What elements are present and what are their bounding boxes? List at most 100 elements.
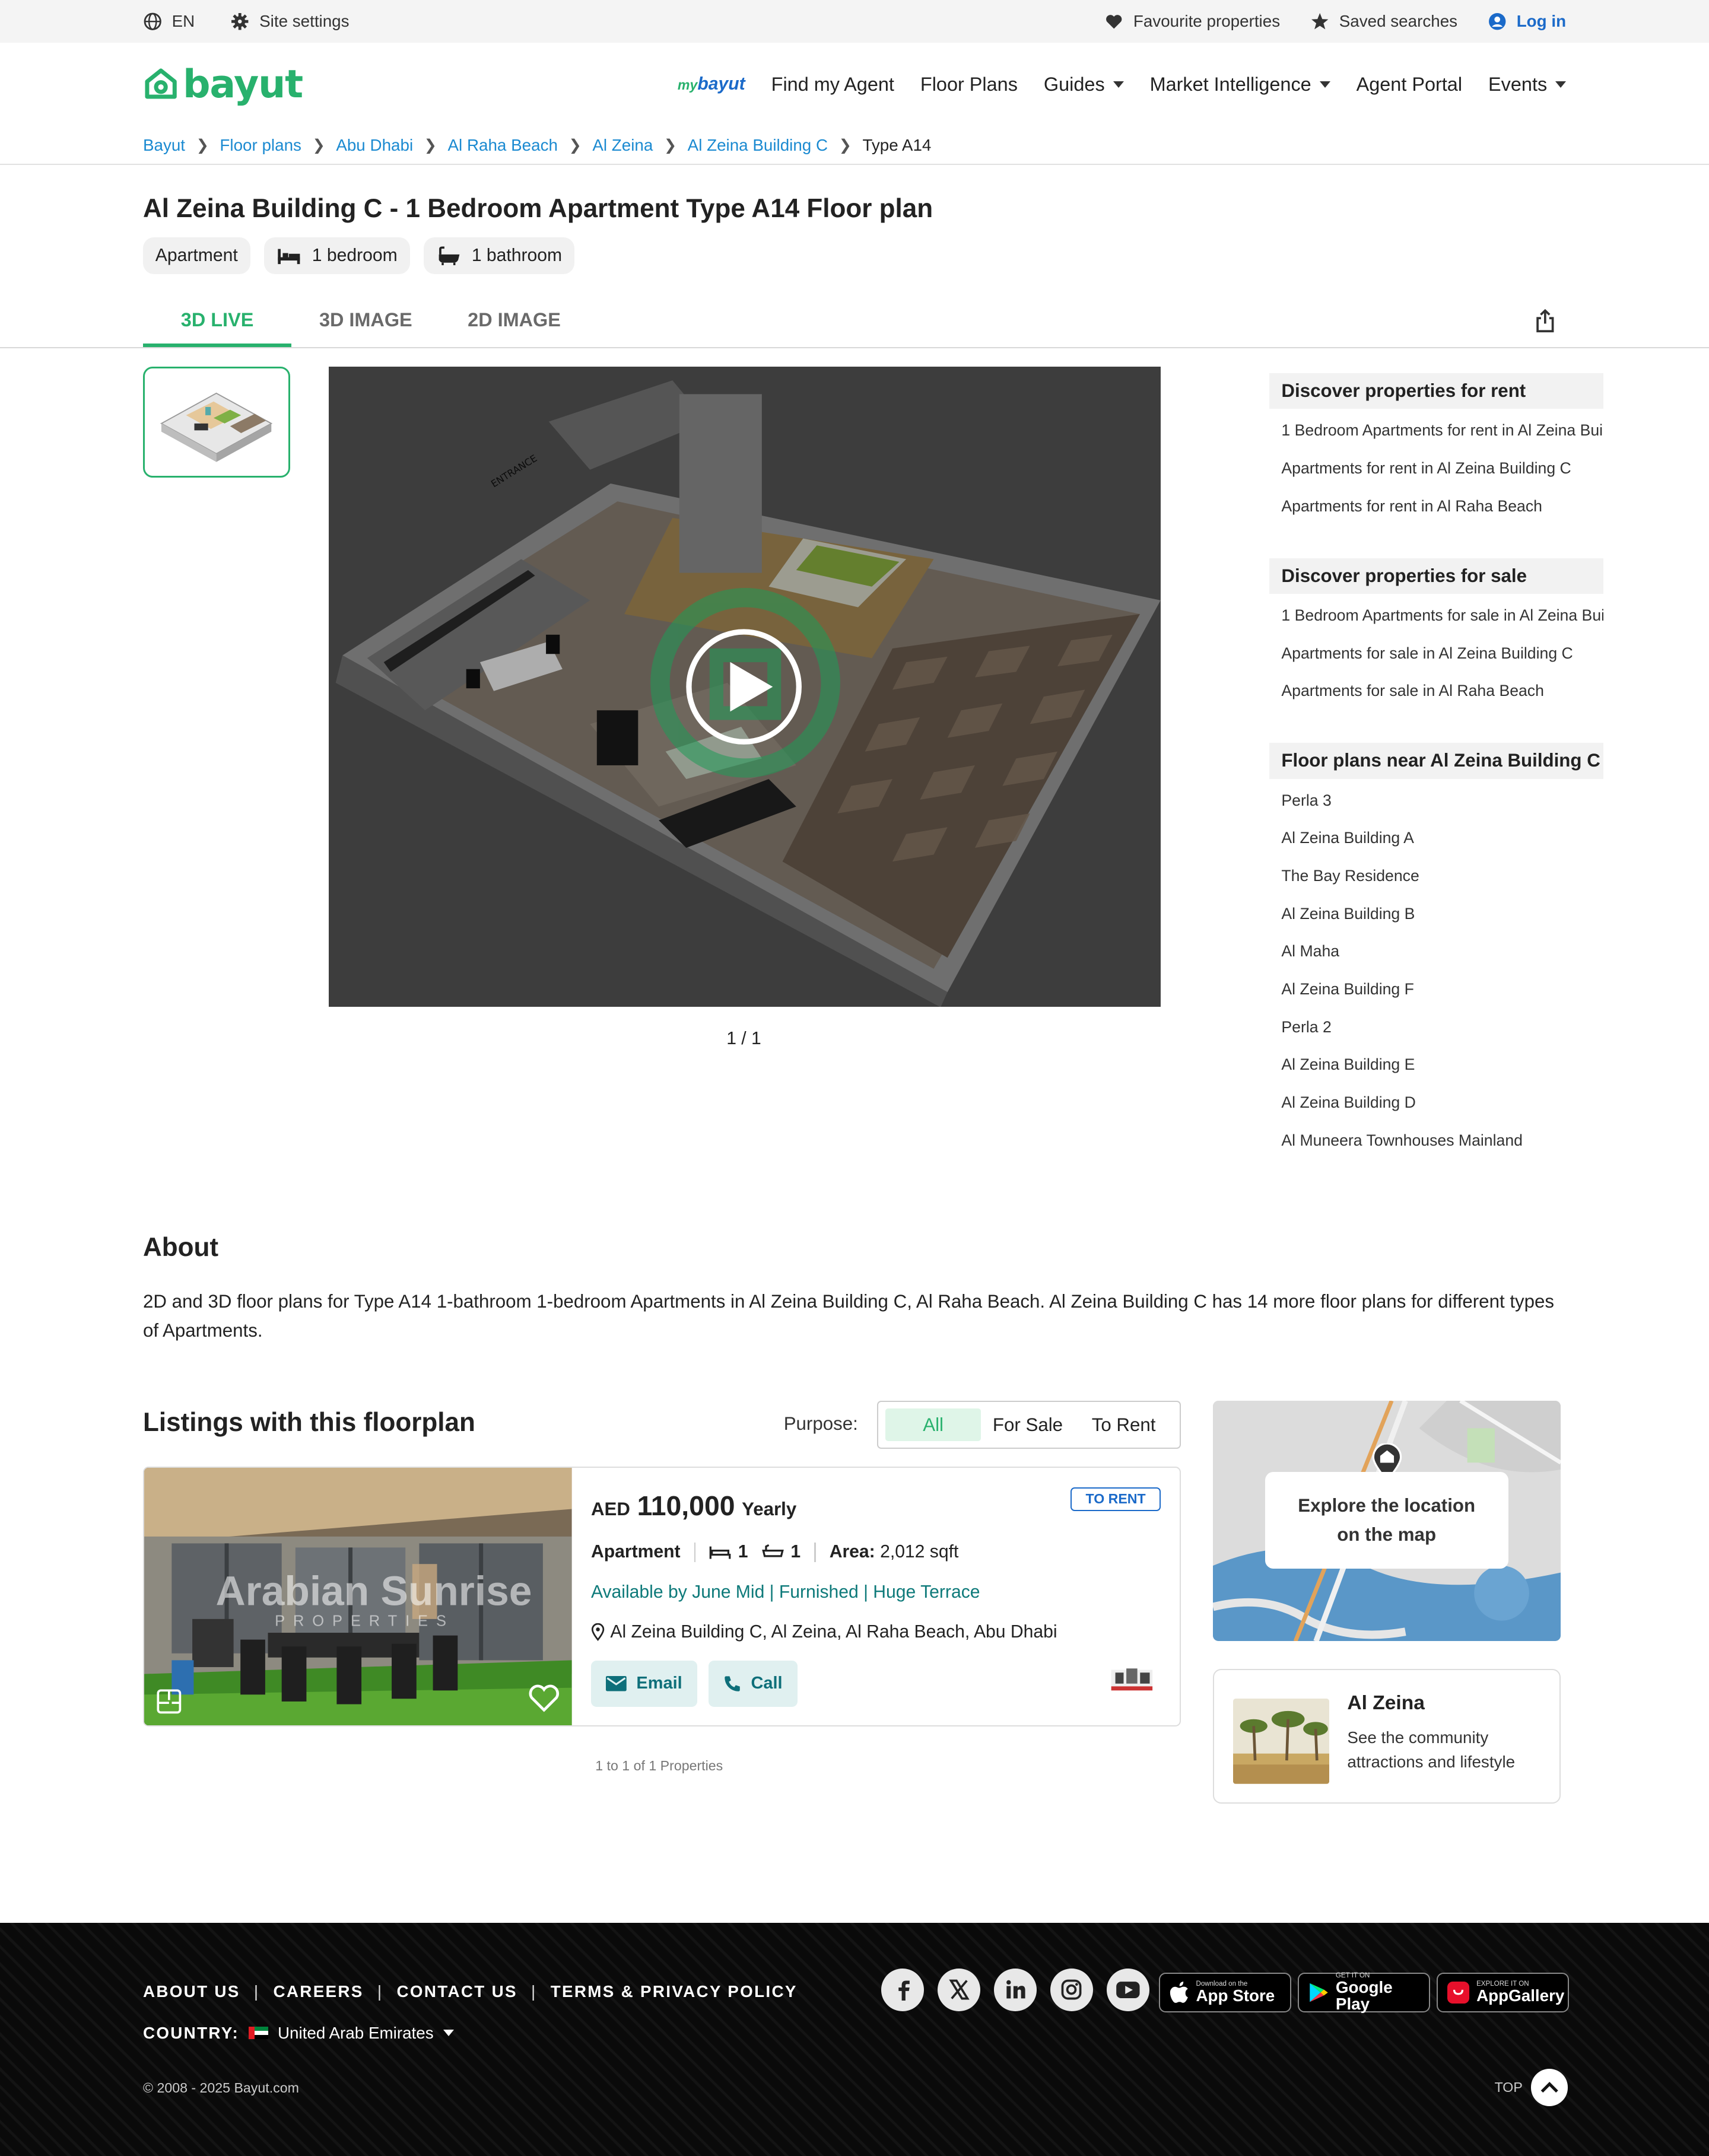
footer-careers[interactable]: CAREERS bbox=[274, 1982, 364, 2001]
agency-logo[interactable] bbox=[1108, 1663, 1155, 1693]
sidebar-nearby-link[interactable]: Al Zeina Building F bbox=[1269, 971, 1603, 1009]
nav-market-intelligence-label: Market Intelligence bbox=[1149, 73, 1311, 95]
pagination-text: 1 to 1 of 1 Properties bbox=[595, 1758, 723, 1774]
x-twitter-icon[interactable] bbox=[938, 1968, 980, 2011]
chevron-down-icon bbox=[1113, 81, 1124, 88]
saved-searches-link[interactable]: Saved searches bbox=[1310, 12, 1457, 31]
property-type-pill: Apartment bbox=[142, 237, 250, 275]
nav-guides[interactable]: Guides bbox=[1044, 74, 1124, 96]
nav-find-agent[interactable]: Find my Agent bbox=[771, 74, 894, 96]
favourite-properties-link[interactable]: Favourite properties bbox=[1104, 12, 1280, 31]
footer-contact-us[interactable]: CONTACT US bbox=[397, 1982, 517, 2001]
area-value: 2,012 sqft bbox=[880, 1542, 959, 1562]
purpose-for-sale[interactable]: For Sale bbox=[981, 1408, 1074, 1442]
facebook-icon[interactable] bbox=[881, 1968, 924, 2011]
purpose-to-rent[interactable]: To Rent bbox=[1074, 1408, 1173, 1442]
linkedin-icon[interactable] bbox=[994, 1968, 1037, 2011]
email-button[interactable]: Email bbox=[590, 1660, 698, 1707]
community-name: Al Zeina bbox=[1347, 1691, 1425, 1714]
play-button[interactable] bbox=[685, 628, 803, 746]
favourite-heart-icon[interactable] bbox=[528, 1683, 561, 1713]
breadcrumb-floor-plans[interactable]: Floor plans bbox=[220, 136, 301, 155]
breadcrumb-al-raha-beach[interactable]: Al Raha Beach bbox=[448, 136, 558, 155]
sidebar-rent-link[interactable]: Apartments for rent in Al Raha Beach bbox=[1269, 487, 1603, 525]
nav-floor-plans[interactable]: Floor Plans bbox=[920, 74, 1018, 96]
breadcrumb-al-zeina[interactable]: Al Zeina bbox=[592, 136, 653, 155]
bayut-logo[interactable]: bayut bbox=[143, 62, 303, 107]
app-store-badge[interactable]: Download on the App Store bbox=[1159, 1972, 1291, 2013]
nav-agent-portal[interactable]: Agent Portal bbox=[1357, 74, 1462, 96]
location-text: Al Zeina Building C, Al Zeina, Al Raha B… bbox=[610, 1621, 1057, 1642]
property-pills: Apartment 1 bedroom 1 bathroom bbox=[142, 237, 1709, 275]
sidebar-nearby-link[interactable]: Al Maha bbox=[1269, 933, 1603, 971]
share-icon[interactable] bbox=[1533, 309, 1558, 333]
listing-card[interactable]: Arabian Sunrise PROPERTIES TO RENT AED 1… bbox=[142, 1467, 1181, 1727]
listing-tagline[interactable]: Available by June Mid | Furnished | Huge… bbox=[591, 1582, 980, 1602]
nav-events[interactable]: Events bbox=[1488, 74, 1567, 96]
breadcrumb-abu-dhabi[interactable]: Abu Dhabi bbox=[336, 136, 413, 155]
sidebar-rent-link[interactable]: Apartments for rent in Al Zeina Building… bbox=[1269, 450, 1603, 488]
sidebar-sale-link[interactable]: Apartments for sale in Al Raha Beach bbox=[1269, 672, 1603, 710]
community-image bbox=[1233, 1699, 1330, 1785]
floorplan-3d-viewer[interactable]: ENTRANCE bbox=[328, 366, 1161, 1007]
breadcrumb-al-zeina-building-c[interactable]: Al Zeina Building C bbox=[688, 136, 828, 155]
sidebar-nearby-link[interactable]: Al Zeina Building D bbox=[1269, 1084, 1603, 1122]
login-label: Log in bbox=[1516, 11, 1567, 30]
sidebar-sale-link[interactable]: Apartments for sale in Al Zeina Building… bbox=[1269, 634, 1603, 672]
listing-beds: 1 bbox=[709, 1542, 748, 1562]
map-explore-label: Explore the location on the map bbox=[1298, 1494, 1476, 1545]
floorplan-icon[interactable] bbox=[157, 1689, 182, 1714]
nav-mybayut-label: bayut bbox=[697, 74, 745, 94]
globe-icon bbox=[144, 12, 161, 30]
google-play-badge[interactable]: GET IT ON Google Play bbox=[1298, 1972, 1430, 2013]
footer-about-us[interactable]: ABOUT US bbox=[143, 1982, 240, 2001]
footer-terms[interactable]: TERMS & PRIVACY POLICY bbox=[551, 1982, 798, 2001]
nav-market-intelligence[interactable]: Market Intelligence bbox=[1150, 74, 1330, 96]
sidebar-nearby-link[interactable]: Al Zeina Building A bbox=[1269, 819, 1603, 857]
call-button[interactable]: Call bbox=[708, 1660, 798, 1707]
language-selector[interactable]: EN bbox=[143, 12, 195, 31]
listing-price: AED 110,000 Yearly bbox=[591, 1490, 796, 1522]
site-settings-button[interactable]: Site settings bbox=[230, 11, 350, 31]
chevron-up-icon bbox=[1530, 2069, 1568, 2106]
chevron-right-icon: ❯ bbox=[424, 136, 437, 154]
community-card[interactable]: Al Zeina See the community attractions a… bbox=[1212, 1668, 1561, 1804]
listing-type: Apartment bbox=[590, 1542, 681, 1562]
floorplan-thumbnail[interactable] bbox=[142, 366, 290, 478]
tab-2d-image[interactable]: 2D IMAGE bbox=[440, 292, 588, 348]
sidebar: Discover properties for rent 1 Bedroom A… bbox=[1269, 373, 1603, 1193]
chevron-right-icon: ❯ bbox=[568, 136, 582, 154]
breadcrumb-bayut[interactable]: Bayut bbox=[143, 136, 185, 155]
sidebar-nearby-link[interactable]: The Bay Residence bbox=[1269, 857, 1603, 895]
breadcrumb: Bayut ❯ Floor plans ❯ Abu Dhabi ❯ Al Raha B… bbox=[0, 126, 1709, 166]
site-settings-label: Site settings bbox=[259, 11, 350, 30]
sidebar-nearby-heading: Floor plans near Al Zeina Building C bbox=[1269, 743, 1603, 779]
sidebar-nearby-link[interactable]: Al Muneera Townhouses Mainland bbox=[1269, 1122, 1603, 1160]
footer: ABOUT US | CAREERS | CONTACT US | TERMS & P… bbox=[0, 1923, 1709, 2156]
sidebar-nearby-block: Floor plans near Al Zeina Building C Per… bbox=[1269, 743, 1603, 1159]
sidebar-rent-link[interactable]: 1 Bedroom Apartments for rent in Al Zein… bbox=[1269, 412, 1603, 450]
login-link[interactable]: Log in bbox=[1488, 12, 1566, 31]
uae-flag-icon bbox=[249, 2027, 268, 2040]
back-to-top[interactable]: TOP bbox=[1495, 2069, 1568, 2106]
tab-3d-live[interactable]: 3D LIVE bbox=[142, 292, 292, 348]
map-explore-card[interactable]: Explore the location on the map bbox=[1265, 1472, 1508, 1569]
sidebar-nearby-link[interactable]: Perla 2 bbox=[1269, 1008, 1603, 1046]
sidebar-nearby-link[interactable]: Perla 3 bbox=[1269, 781, 1603, 819]
instagram-icon[interactable] bbox=[1050, 1968, 1093, 2011]
price-period: Yearly bbox=[742, 1499, 797, 1520]
youtube-icon[interactable] bbox=[1107, 1968, 1149, 2011]
sidebar-sale-link[interactable]: 1 Bedroom Apartments for sale in Al Zein… bbox=[1269, 597, 1603, 635]
listing-details: TO RENT AED 110,000 Yearly Apartment 1 1… bbox=[590, 1468, 1180, 1725]
purpose-all[interactable]: All bbox=[885, 1408, 981, 1442]
top-label: TOP bbox=[1494, 2079, 1523, 2095]
country-selector[interactable]: COUNTRY: United Arab Emirates bbox=[143, 2024, 454, 2043]
sidebar-nearby-link[interactable]: Al Zeina Building B bbox=[1269, 895, 1603, 933]
sidebar-rent-heading: Discover properties for rent bbox=[1269, 373, 1603, 409]
sidebar-nearby-link[interactable]: Al Zeina Building E bbox=[1269, 1046, 1603, 1084]
nav-mybayut[interactable]: mybayut bbox=[678, 74, 745, 94]
location-map[interactable]: Explore the location on the map bbox=[1212, 1401, 1561, 1642]
app-gallery-badge[interactable]: EXPLORE IT ON AppGallery bbox=[1437, 1972, 1569, 2013]
tab-3d-image[interactable]: 3D IMAGE bbox=[291, 292, 440, 348]
listing-photo[interactable]: Arabian Sunrise PROPERTIES bbox=[144, 1468, 572, 1726]
